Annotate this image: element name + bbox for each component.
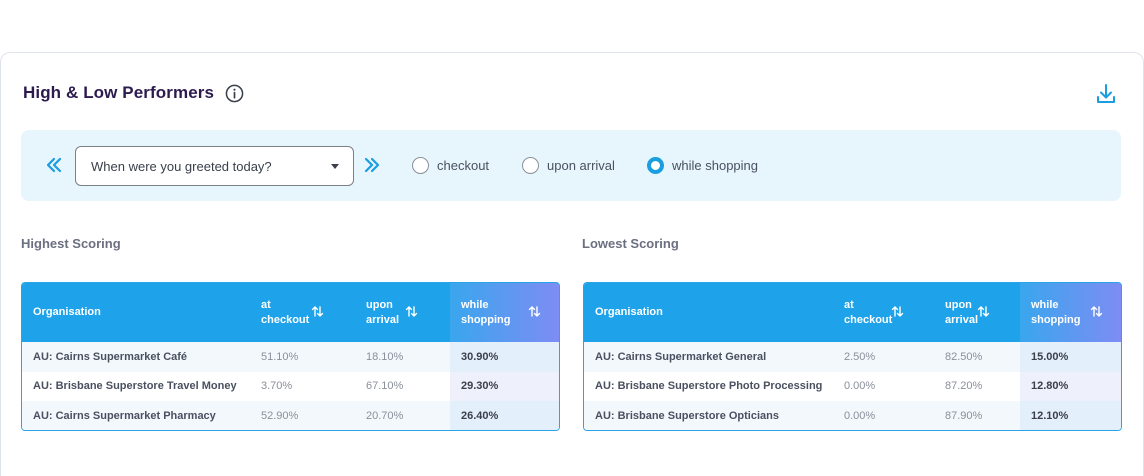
table-row: AU: Brisbane Superstore Photo Processing… (584, 371, 1121, 401)
cell-upon-arrival: 87.90% (945, 409, 983, 422)
column-header-at-checkout[interactable]: at checkout (250, 283, 355, 342)
cell-at-checkout: 0.00% (844, 380, 876, 393)
chevron-double-right-icon[interactable] (363, 155, 381, 175)
cell-at-checkout: 0.00% (844, 409, 876, 422)
sort-icon[interactable] (528, 305, 541, 318)
radio-circle-selected[interactable] (647, 157, 664, 174)
table-row: AU: Brisbane Superstore Travel Money 3.7… (22, 371, 559, 401)
column-header-at-checkout[interactable]: at checkout (833, 283, 934, 342)
radio-label: upon arrival (547, 158, 615, 173)
cell-organisation: AU: Brisbane Superstore Photo Processing (595, 380, 823, 393)
table-row: AU: Brisbane Superstore Opticians 0.00% … (584, 401, 1121, 430)
lowest-scoring-label: Lowest Scoring (582, 236, 679, 251)
sort-icon[interactable] (977, 305, 990, 318)
question-filter-bar: When were you greeted today? checkout up… (21, 130, 1121, 201)
radio-label: while shopping (672, 158, 759, 173)
sort-icon[interactable] (891, 305, 904, 318)
column-header-upon-arrival[interactable]: upon arrival (934, 283, 1020, 342)
lowest-scoring-table: Organisation at checkout upon arrival whil… (583, 282, 1122, 431)
cell-organisation: AU: Brisbane Superstore Opticians (595, 409, 779, 422)
card-title: High & Low Performers (23, 83, 215, 102)
table-row: AU: Cairns Supermarket Pharmacy 52.90% 2… (22, 401, 559, 430)
cell-while-shopping: 12.80% (1020, 371, 1121, 401)
cell-upon-arrival: 67.10% (366, 380, 404, 393)
cell-upon-arrival: 87.20% (945, 380, 983, 393)
radio-label: checkout (437, 158, 490, 173)
caret-down-icon (331, 164, 339, 169)
column-header-while-shopping[interactable]: while shopping (450, 283, 559, 342)
column-header-upon-arrival[interactable]: upon arrival (355, 283, 450, 342)
table-row: AU: Cairns Supermarket General 2.50% 82.… (584, 342, 1121, 372)
highest-scoring-table: Organisation at checkout upon arrival whil… (21, 282, 560, 431)
table-header-row: Organisation at checkout upon arrival whil… (22, 283, 559, 342)
cell-upon-arrival: 20.70% (366, 409, 404, 422)
cell-while-shopping: 29.30% (450, 371, 559, 401)
sort-icon[interactable] (311, 305, 324, 318)
cell-upon-arrival: 18.10% (366, 350, 404, 363)
question-select[interactable]: When were you greeted today? (75, 146, 354, 186)
column-header-organisation: Organisation (595, 306, 663, 318)
sort-icon[interactable] (405, 305, 418, 318)
cell-at-checkout: 52.90% (261, 409, 299, 422)
cell-at-checkout: 2.50% (844, 350, 876, 363)
radio-circle[interactable] (412, 157, 429, 174)
cell-while-shopping: 30.90% (450, 342, 559, 372)
cell-while-shopping: 26.40% (450, 401, 559, 430)
table-header-row: Organisation at checkout upon arrival whil… (584, 283, 1121, 342)
download-icon[interactable] (1095, 83, 1117, 105)
high-low-performers-card: High & Low Performers When were you gree… (0, 52, 1144, 476)
cell-upon-arrival: 82.50% (945, 350, 983, 363)
radio-circle[interactable] (522, 157, 539, 174)
cell-organisation: AU: Cairns Supermarket General (595, 350, 767, 363)
sort-icon[interactable] (1090, 305, 1103, 318)
chevron-double-left-icon[interactable] (45, 155, 63, 175)
cell-while-shopping: 15.00% (1020, 342, 1121, 372)
radio-checkout[interactable]: checkout (412, 157, 489, 174)
cell-while-shopping: 12.10% (1020, 401, 1121, 430)
highest-scoring-label: Highest Scoring (21, 236, 121, 251)
card-header: High & Low Performers (23, 83, 244, 103)
radio-upon-arrival[interactable]: upon arrival (522, 157, 615, 174)
cell-organisation: AU: Cairns Supermarket Café (33, 350, 188, 363)
cell-organisation: AU: Brisbane Superstore Travel Money (33, 380, 237, 393)
table-row: AU: Cairns Supermarket Café 51.10% 18.10… (22, 342, 559, 372)
radio-while-shopping[interactable]: while shopping (647, 157, 758, 174)
cell-at-checkout: 51.10% (261, 350, 299, 363)
cell-organisation: AU: Cairns Supermarket Pharmacy (33, 409, 216, 422)
question-select-value: When were you greeted today? (91, 158, 272, 174)
column-header-organisation: Organisation (33, 306, 101, 318)
column-header-while-shopping[interactable]: while shopping (1020, 283, 1121, 342)
info-icon[interactable] (225, 84, 244, 103)
cell-at-checkout: 3.70% (261, 380, 293, 393)
